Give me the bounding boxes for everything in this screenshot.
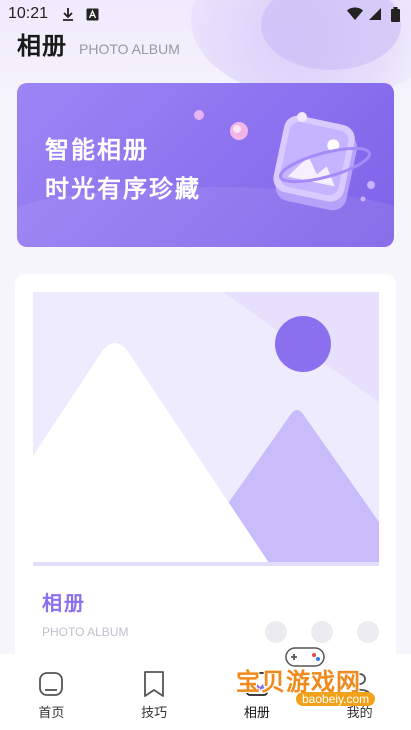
banner-headline: 智能相册 bbox=[45, 136, 149, 164]
page-subtitle: PHOTO ALBUM bbox=[79, 41, 180, 57]
card-title: 相册 bbox=[42, 591, 86, 615]
page-dot[interactable] bbox=[265, 621, 287, 643]
signal-icon bbox=[367, 6, 383, 22]
album-icon bbox=[245, 672, 268, 696]
page-header: 相册 PHOTO ALBUM bbox=[17, 26, 180, 61]
page-dot[interactable] bbox=[357, 621, 379, 643]
promo-banner[interactable]: 智能相册 时光有序珍藏 bbox=[17, 83, 394, 247]
nav-label: 我的 bbox=[346, 706, 373, 721]
nav-item-home[interactable]: 首页 bbox=[11, 670, 91, 721]
photo-album-illustration-icon bbox=[194, 110, 375, 211]
font-icon bbox=[84, 6, 100, 22]
album-card[interactable]: 相册 PHOTO ALBUM bbox=[15, 274, 396, 664]
album-cover-illustration bbox=[33, 292, 379, 566]
card-subtitle: PHOTO ALBUM bbox=[42, 625, 129, 639]
status-bar: 10:21 bbox=[0, 0, 411, 28]
battery-icon bbox=[387, 6, 403, 22]
download-icon bbox=[60, 6, 76, 22]
nav-label: 技巧 bbox=[141, 706, 168, 721]
bottom-navigation: 首页 技巧 相册 我的 bbox=[0, 654, 411, 730]
home-icon bbox=[39, 672, 64, 696]
page-indicator bbox=[265, 621, 379, 643]
page-dot[interactable] bbox=[311, 621, 333, 643]
status-time: 10:21 bbox=[8, 5, 49, 22]
nav-item-tips[interactable]: 技巧 bbox=[114, 670, 194, 721]
banner-subheadline: 时光有序珍藏 bbox=[45, 175, 201, 203]
nav-item-album[interactable]: 相册 bbox=[217, 670, 297, 721]
nav-label: 首页 bbox=[38, 706, 65, 721]
page-title: 相册 bbox=[17, 32, 67, 60]
bookmark-icon bbox=[144, 671, 165, 697]
nav-item-profile[interactable]: 我的 bbox=[320, 670, 400, 721]
profile-icon bbox=[348, 673, 371, 696]
nav-label: 相册 bbox=[243, 706, 270, 721]
wifi-icon bbox=[347, 6, 363, 22]
